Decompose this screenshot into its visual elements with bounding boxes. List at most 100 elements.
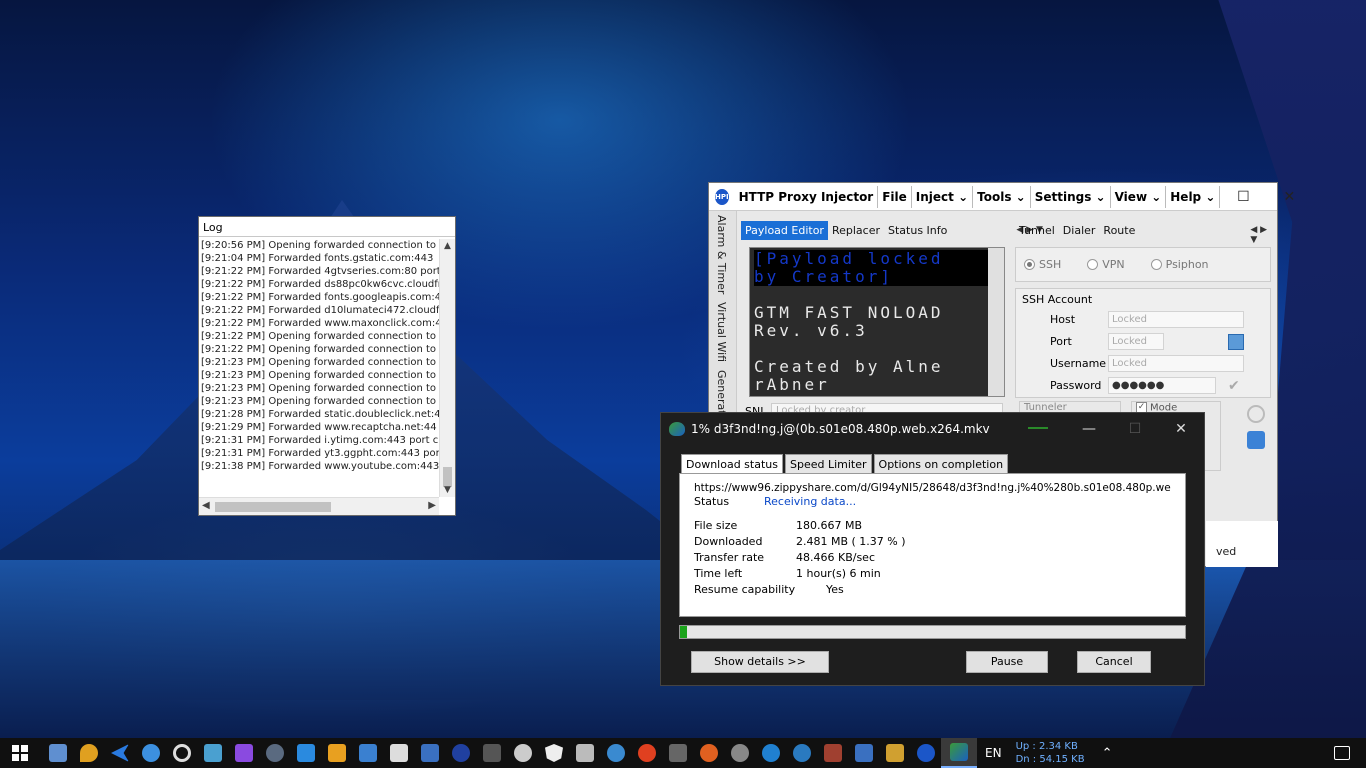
- car-icon[interactable]: [359, 744, 377, 762]
- tab-dialer[interactable]: Dialer: [1059, 221, 1100, 249]
- chevron-up-icon[interactable]: ⌃: [1102, 746, 1113, 761]
- idm-taskbar-icon: [950, 743, 968, 761]
- hpi-titlebar[interactable]: HPI HTTP Proxy Injector File Inject ⌄ To…: [709, 183, 1295, 211]
- maximize-icon[interactable]: ☐: [1220, 189, 1266, 205]
- payload-editor[interactable]: [Payload locked by Creator] GTM FAST NOL…: [749, 247, 1005, 397]
- radio-psiphon[interactable]: Psiphon: [1150, 258, 1209, 271]
- menu-tools[interactable]: Tools ⌄: [973, 185, 1031, 208]
- scroll-left-icon[interactable]: ◀: [202, 500, 210, 511]
- log-vertical-scrollbar[interactable]: ▲ ▼: [439, 239, 455, 497]
- tab-payload-editor[interactable]: Payload Editor: [741, 221, 828, 240]
- loader-icon[interactable]: [452, 744, 470, 762]
- firefox-icon[interactable]: [700, 744, 718, 762]
- tab-download-status[interactable]: Download status: [681, 454, 783, 475]
- menu-file[interactable]: File: [878, 185, 912, 208]
- scroll-right-icon[interactable]: ▶: [428, 500, 436, 511]
- m-app-icon[interactable]: [607, 744, 625, 762]
- cancel-button[interactable]: Cancel: [1077, 651, 1151, 673]
- tab-route[interactable]: Route: [1099, 221, 1139, 249]
- network-icon[interactable]: [855, 744, 873, 762]
- folder-icon[interactable]: [886, 744, 904, 762]
- close-icon[interactable]: ✕: [1266, 189, 1312, 205]
- idm-taskbar-button[interactable]: [941, 738, 977, 768]
- log-line: [9:21:28 PM] Forwarded static.doubleclic…: [201, 409, 439, 420]
- windows-start-icon[interactable]: [12, 745, 28, 761]
- transfer-rate-value: 48.466 KB/sec: [796, 551, 875, 564]
- power-icon[interactable]: [1247, 405, 1265, 423]
- app-icon[interactable]: [483, 744, 501, 762]
- radio-vpn[interactable]: VPN: [1087, 258, 1125, 271]
- steam-icon[interactable]: [266, 744, 284, 762]
- check-icon[interactable]: ✔: [1228, 378, 1244, 394]
- vpn-icon[interactable]: [793, 744, 811, 762]
- keyboard-icon[interactable]: [390, 744, 408, 762]
- host-field[interactable]: Locked: [1108, 311, 1244, 328]
- log-horizontal-scrollbar[interactable]: ◀ ▶: [199, 497, 439, 515]
- payload-locked-line: by Creator]: [754, 268, 1000, 286]
- notification-icon[interactable]: [1334, 746, 1350, 760]
- download-speed: Dn : 54.15 KB: [1015, 754, 1085, 765]
- log-line: [9:21:22 PM] Forwarded fonts.googleapis.…: [201, 292, 439, 303]
- tab-speed-limiter[interactable]: Speed Limiter: [784, 454, 872, 475]
- username-label: Username: [1050, 357, 1107, 370]
- tab-status-info[interactable]: Status Info: [884, 221, 951, 240]
- menu-settings[interactable]: Settings ⌄: [1031, 185, 1111, 208]
- side-tab-alarm-timer[interactable]: Alarm & Timer: [709, 211, 734, 298]
- save-icon[interactable]: [1228, 333, 1244, 350]
- language-indicator[interactable]: EN: [985, 746, 1002, 760]
- arrow-icon[interactable]: [111, 744, 129, 762]
- refresh-icon[interactable]: [1247, 431, 1265, 449]
- screen-icon[interactable]: [576, 744, 594, 762]
- pause-button[interactable]: Pause: [966, 651, 1048, 673]
- minimize-icon[interactable]: —: [1066, 421, 1112, 437]
- ccleaner-icon[interactable]: [762, 744, 780, 762]
- download-dialog[interactable]: 1% d3f3nd!ng.j@(0b.s01e08.480p.web.x264.…: [660, 412, 1205, 686]
- radio-ssh[interactable]: SSH: [1024, 258, 1061, 271]
- time-left-value: 1 hour(s) 6 min: [796, 567, 881, 580]
- tab-options-on-completion[interactable]: Options on completion: [873, 454, 1009, 475]
- computer-icon[interactable]: [49, 744, 67, 762]
- status-value: Receiving data...: [764, 495, 857, 508]
- media-player-icon[interactable]: [328, 744, 346, 762]
- store-icon[interactable]: [297, 744, 315, 762]
- username-field[interactable]: Locked: [1108, 355, 1244, 372]
- payload-line: rAbner: [754, 375, 830, 394]
- gamepad-icon[interactable]: [142, 744, 160, 762]
- menu-view[interactable]: View ⌄: [1111, 185, 1167, 208]
- payload-locked-line: [Payload locked: [754, 250, 1000, 268]
- menu-inject[interactable]: Inject ⌄: [912, 185, 974, 208]
- opera-icon[interactable]: [638, 744, 656, 762]
- side-tab-virtual-wifi[interactable]: Virtual Wifi: [709, 298, 734, 366]
- menu-help[interactable]: Help ⌄: [1166, 185, 1221, 208]
- disc-icon[interactable]: [514, 744, 532, 762]
- tab-replacer[interactable]: Replacer: [828, 221, 884, 240]
- download-dialog-titlebar[interactable]: 1% d3f3nd!ng.j@(0b.s01e08.480p.web.x264.…: [661, 413, 1204, 445]
- twitch-icon[interactable]: [235, 744, 253, 762]
- log-window-title[interactable]: Log: [199, 217, 455, 237]
- tool-icon[interactable]: [731, 744, 749, 762]
- game-icon[interactable]: [824, 744, 842, 762]
- scroll-thumb[interactable]: [215, 502, 331, 512]
- hpi-taskbar-icon[interactable]: [917, 744, 935, 762]
- scroll-down-icon[interactable]: ▼: [440, 483, 455, 497]
- status-label: Status: [694, 495, 730, 508]
- target-icon[interactable]: [173, 744, 191, 762]
- show-details-button[interactable]: Show details >>: [691, 651, 829, 673]
- file-size-label: File size: [694, 519, 738, 532]
- network-app-icon[interactable]: [421, 744, 439, 762]
- log-line: [9:21:29 PM] Forwarded www.recaptcha.net…: [201, 422, 437, 433]
- port-field[interactable]: Locked: [1108, 333, 1164, 350]
- tab-scroll-arrows-icon[interactable]: ◀ ▶ ▼: [1247, 221, 1277, 249]
- droplet-icon[interactable]: [80, 744, 98, 762]
- scroll-up-icon[interactable]: ▲: [440, 239, 455, 253]
- hpi-app-title: HTTP Proxy Injector: [735, 185, 879, 208]
- port-label: Port: [1050, 335, 1072, 348]
- close-icon[interactable]: ✕: [1158, 421, 1204, 437]
- password-field[interactable]: ●●●●●●: [1108, 377, 1216, 394]
- start-app-icon[interactable]: [669, 744, 687, 762]
- log-window[interactable]: Log [9:20:56 PM] Opening forwarded conne…: [198, 216, 456, 516]
- payload-scrollbar[interactable]: [988, 248, 1004, 396]
- chat-icon[interactable]: [204, 744, 222, 762]
- tab-tunnel[interactable]: Tunnel: [1015, 221, 1059, 249]
- shield-icon[interactable]: [545, 744, 563, 762]
